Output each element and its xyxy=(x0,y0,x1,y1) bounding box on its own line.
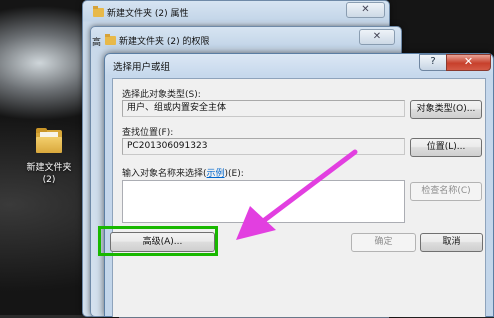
help-button[interactable]: ? xyxy=(419,54,447,71)
object-type-field: 用户、组或内置安全主体 xyxy=(122,100,405,117)
locations-button[interactable]: 位置(L)... xyxy=(410,138,482,157)
object-names-label: 输入对象名称来选择(示例)(E): xyxy=(122,169,244,179)
desktop-folder-label-suffix: (2) xyxy=(42,175,56,185)
folder-icon xyxy=(105,34,116,45)
location-field: PC201306091323 xyxy=(122,138,405,155)
desktop-folder-icon[interactable]: 新建文件夹 (2) xyxy=(22,128,76,186)
folder-icon xyxy=(93,6,104,17)
permissions-window-title: 新建文件夹 (2) 的权限 xyxy=(105,34,209,47)
check-names-button[interactable]: 检查名称(C) xyxy=(410,182,482,201)
object-names-input[interactable] xyxy=(122,180,405,223)
dialog-client-area: 选择此对象类型(S): 用户、组或内置安全主体 对象类型(O)... 查找位置(… xyxy=(110,78,486,317)
desktop-folder-label: 新建文件夹 xyxy=(26,163,72,173)
advanced-highlight-box xyxy=(98,226,218,256)
location-label: 查找位置(F): xyxy=(122,128,174,138)
permissions-left-char: 高 xyxy=(92,38,102,48)
folder-icon xyxy=(34,128,64,154)
ok-button[interactable]: 确定 xyxy=(351,233,416,252)
examples-link[interactable]: 示例 xyxy=(207,169,225,179)
cancel-button[interactable]: 取消 xyxy=(420,233,483,252)
select-users-dialog: 选择用户或组 ? ✕ 选择此对象类型(S): 用户、组或内置安全主体 对象类型(… xyxy=(104,53,494,317)
dialog-title: 选择用户或组 xyxy=(113,62,171,73)
properties-window-title: 新建文件夹 (2) 属性 xyxy=(93,6,188,19)
properties-close-button[interactable]: ✕ xyxy=(346,2,385,18)
object-type-label: 选择此对象类型(S): xyxy=(122,90,201,100)
permissions-close-button[interactable]: ✕ xyxy=(359,29,395,45)
close-button[interactable]: ✕ xyxy=(446,54,491,71)
object-types-button[interactable]: 对象类型(O)... xyxy=(410,100,482,119)
